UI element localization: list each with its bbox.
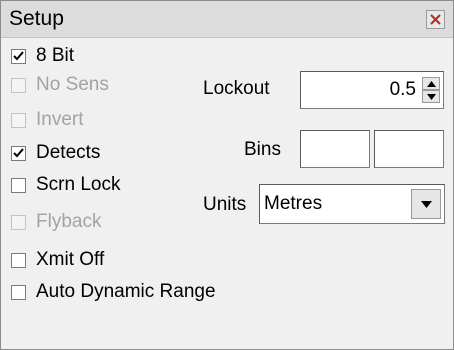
lockout-spinner[interactable]: 0.5 — [300, 71, 444, 109]
window-title: Setup — [9, 7, 64, 30]
checkbox-label: Scrn Lock — [36, 174, 121, 195]
close-button[interactable] — [426, 10, 445, 29]
checkbox-flyback[interactable]: Flyback — [11, 210, 101, 234]
checkbox-box[interactable] — [11, 177, 26, 193]
checkbox-scrn-lock[interactable]: Scrn Lock — [11, 173, 120, 197]
close-icon — [430, 14, 441, 25]
lockout-label: Lockout — [203, 78, 270, 99]
checkbox-box[interactable] — [11, 112, 26, 128]
checkbox-label: Auto Dynamic Range — [36, 281, 216, 302]
checkbox-detects[interactable]: Detects — [11, 141, 100, 165]
bins-label: Bins — [244, 139, 281, 160]
chevron-down-icon — [420, 200, 432, 208]
checkbox-8-bit[interactable]: 8 Bit — [11, 44, 74, 68]
checkbox-label: Detects — [36, 142, 101, 163]
checkbox-invert[interactable]: Invert — [11, 108, 84, 132]
checkbox-label: No Sens — [36, 74, 109, 95]
units-label: Units — [203, 194, 247, 215]
checkbox-auto-dynamic-range[interactable]: Auto Dynamic Range — [11, 280, 216, 304]
checkbox-label: Flyback — [36, 211, 102, 232]
spin-arrows — [422, 77, 440, 103]
spin-up-button[interactable] — [422, 77, 440, 90]
checkbox-label: 8 Bit — [36, 45, 75, 66]
title-bar[interactable]: Setup — [1, 1, 453, 38]
checkbox-xmit-off[interactable]: Xmit Off — [11, 248, 104, 272]
checkbox-box[interactable] — [11, 214, 26, 230]
checkbox-box[interactable] — [11, 48, 26, 64]
lockout-value[interactable]: 0.5 — [390, 79, 416, 101]
checkmark-icon — [13, 147, 24, 157]
checkbox-box[interactable] — [11, 145, 26, 161]
checkbox-box[interactable] — [11, 77, 26, 93]
units-dropdown-button[interactable] — [411, 189, 441, 219]
arrow-up-icon — [426, 80, 436, 87]
units-selected-value: Metres — [264, 193, 323, 214]
checkbox-no-sens[interactable]: No Sens — [11, 73, 109, 97]
setup-window: Setup 8 Bit No Sens Invert Detects Scrn … — [0, 0, 454, 350]
checkmark-icon — [13, 50, 24, 60]
arrow-down-icon — [426, 93, 436, 100]
units-dropdown[interactable]: Metres — [259, 184, 445, 224]
bins-input-1[interactable] — [300, 130, 370, 168]
checkbox-label: Invert — [36, 109, 84, 130]
checkbox-label: Xmit Off — [36, 249, 105, 270]
spin-down-button[interactable] — [422, 90, 440, 103]
checkbox-box[interactable] — [11, 252, 26, 268]
checkbox-box[interactable] — [11, 284, 26, 300]
bins-input-2[interactable] — [374, 130, 444, 168]
